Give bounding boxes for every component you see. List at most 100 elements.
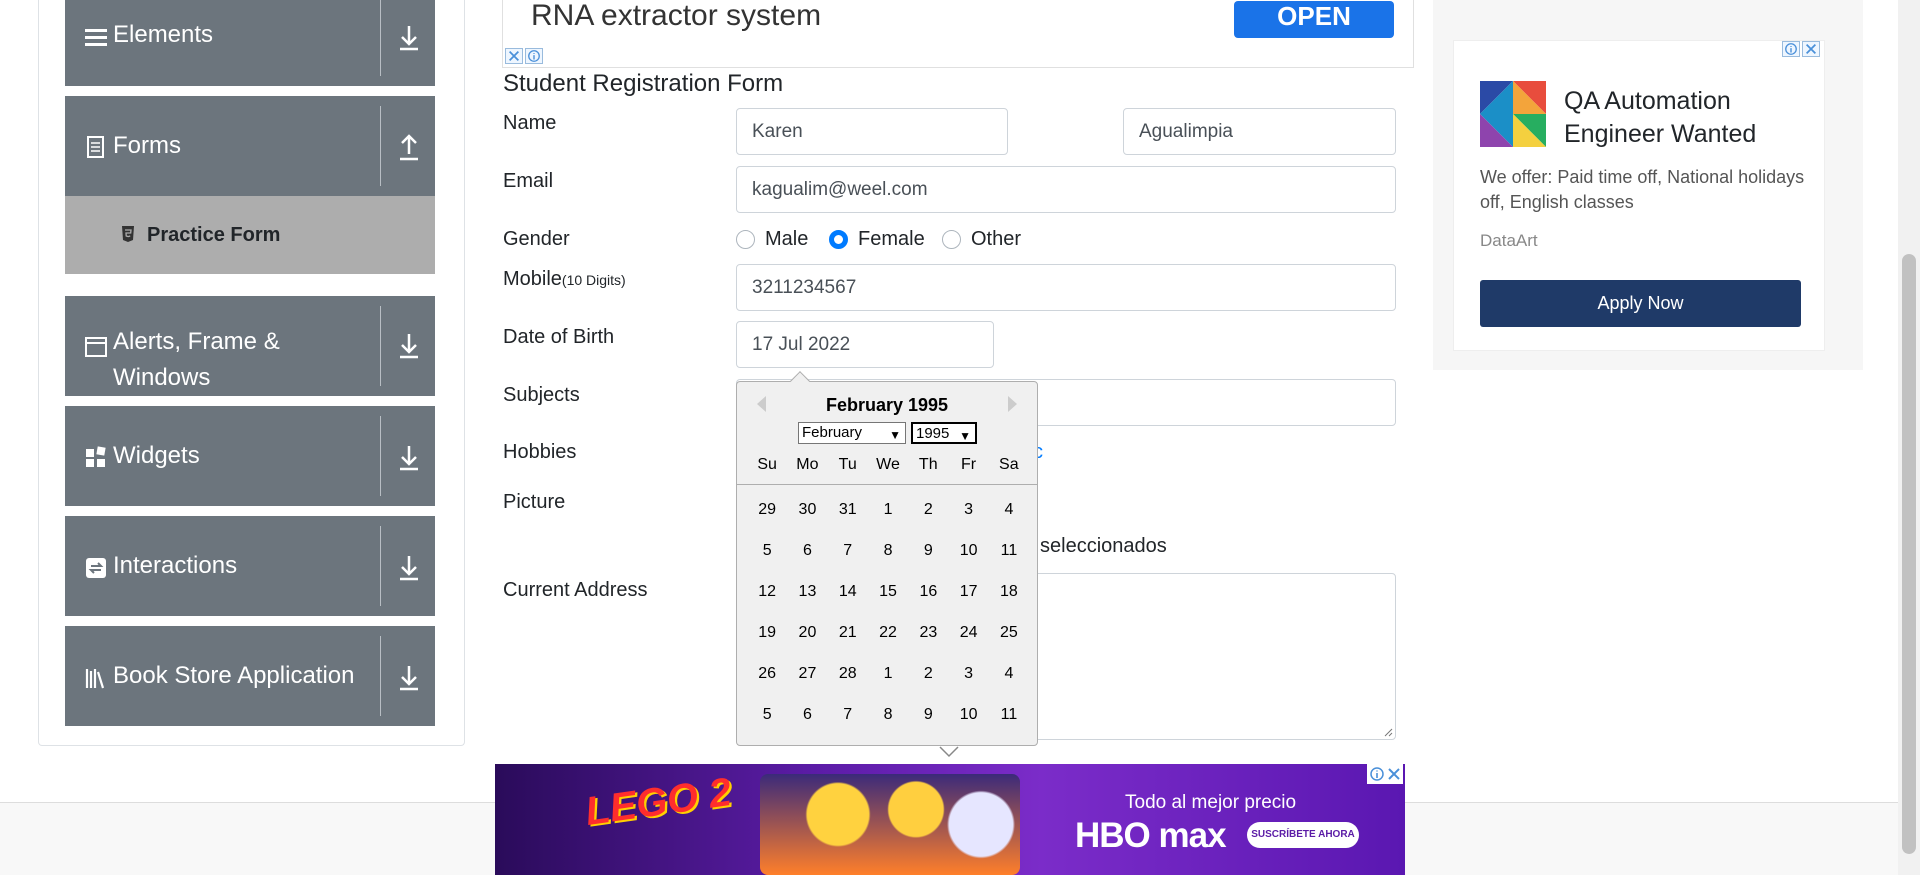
calendar-day[interactable]: 2	[908, 659, 948, 688]
ad-image	[760, 774, 1020, 875]
subscribe-button[interactable]: SUSCRÍBETE AHORA	[1247, 822, 1359, 848]
calendar-day[interactable]: 26	[747, 659, 787, 688]
apply-now-button[interactable]: Apply Now	[1480, 280, 1801, 327]
radio-circle[interactable]	[829, 230, 848, 249]
download-icon[interactable]	[391, 20, 427, 56]
next-month-icon[interactable]	[1008, 396, 1017, 412]
upload-icon[interactable]	[391, 130, 427, 166]
calendar-day[interactable]: 3	[948, 495, 988, 524]
calendar-day[interactable]: 19	[747, 618, 787, 647]
page-scrollbar[interactable]	[1898, 0, 1920, 875]
calendar-day[interactable]: 9	[908, 700, 948, 729]
download-icon[interactable]	[391, 660, 427, 696]
mobile-label-text: Mobile	[503, 268, 562, 290]
calendar-day[interactable]: 25	[989, 618, 1029, 647]
radio-circle[interactable]	[736, 230, 755, 249]
mobile-input[interactable]: 3211234567	[736, 264, 1396, 311]
calendar-day[interactable]: 28	[828, 659, 868, 688]
sidebar-group-label: Forms	[113, 132, 181, 159]
download-icon[interactable]	[391, 328, 427, 364]
calendar-day[interactable]: 7	[828, 700, 868, 729]
calendar-day[interactable]: 7	[828, 536, 868, 565]
calendar-day[interactable]: 6	[787, 700, 827, 729]
sidebar-group-interactions[interactable]: Interactions	[65, 516, 435, 616]
calendar-day[interactable]: 31	[828, 495, 868, 524]
calendar-day[interactable]: 12	[747, 577, 787, 606]
calendar-day[interactable]: 30	[787, 495, 827, 524]
calendar-day[interactable]: 5	[747, 700, 787, 729]
calendar-day[interactable]: 11	[989, 700, 1029, 729]
calendar-day[interactable]: 13	[787, 577, 827, 606]
ad-headline[interactable]: QA Automation Engineer Wanted	[1564, 85, 1814, 151]
email-input[interactable]: kagualim@weel.com	[736, 166, 1396, 213]
calendar-day[interactable]: 27	[787, 659, 827, 688]
ad-body-text: We offer: Paid time off, National holida…	[1480, 167, 1805, 212]
calendar-day[interactable]: 29	[747, 495, 787, 524]
month-select[interactable]: February ▼	[798, 422, 906, 444]
calendar-day[interactable]: 9	[908, 536, 948, 565]
calendar-day[interactable]: 2	[908, 495, 948, 524]
sidebar-group-widgets[interactable]: Widgets	[65, 406, 435, 506]
calendar-day[interactable]: 18	[989, 577, 1029, 606]
gender-radio-female[interactable]: Female	[829, 228, 925, 251]
ad-info-icon[interactable]	[1782, 41, 1800, 57]
day-name: Th	[918, 456, 938, 473]
ad-close-icon[interactable]	[1802, 41, 1820, 57]
datepicker-month-title: February 1995	[825, 395, 949, 415]
calendar-day[interactable]: 8	[868, 536, 908, 565]
sidebar-group-forms[interactable]: Forms	[65, 96, 435, 196]
calendar-day[interactable]: 3	[948, 659, 988, 688]
bottom-ad-banner[interactable]: LEGO 2 Todo al mejor precio HBO max SUSC…	[495, 764, 1405, 875]
calendar-day[interactable]: 8	[868, 700, 908, 729]
sidebar-group-bookstore[interactable]: Book Store Application	[65, 626, 435, 726]
ad-info-icon[interactable]	[525, 48, 543, 64]
calendar-day[interactable]: 4	[989, 659, 1029, 688]
calendar-day[interactable]: 17	[948, 577, 988, 606]
books-icon	[85, 669, 105, 689]
day-name: Su	[757, 456, 777, 473]
calendar-day[interactable]: 24	[948, 618, 988, 647]
download-icon[interactable]	[391, 440, 427, 476]
dob-input[interactable]: 17 Jul 2022	[736, 321, 994, 368]
calendar-day[interactable]: 15	[868, 577, 908, 606]
calendar-day[interactable]: 20	[787, 618, 827, 647]
calendar-day[interactable]: 10	[948, 536, 988, 565]
top-ad-banner[interactable]: RNA extractor system OPEN	[502, 0, 1414, 68]
year-select[interactable]: 1995 ▼	[911, 422, 977, 444]
calendar-day[interactable]: 21	[828, 618, 868, 647]
resize-handle-icon[interactable]	[1383, 727, 1393, 737]
first-name-input[interactable]: Karen	[736, 108, 1008, 155]
ad-close-icon[interactable]	[1386, 766, 1402, 782]
ad-card[interactable]: QA Automation Engineer Wanted We offer: …	[1453, 40, 1825, 351]
sidebar-group-elements[interactable]: Elements	[65, 0, 435, 86]
last-name-input[interactable]: Agualimpia	[1123, 108, 1396, 155]
calendar-day[interactable]: 10	[948, 700, 988, 729]
calendar-day[interactable]: 23	[908, 618, 948, 647]
calendar-day[interactable]: 11	[989, 536, 1029, 565]
document-icon	[87, 136, 104, 158]
dataart-logo-icon	[1480, 81, 1546, 147]
calendar-day[interactable]: 5	[747, 536, 787, 565]
mobile-hint: (10 Digits)	[561, 272, 626, 288]
ad-close-icon[interactable]	[505, 48, 523, 64]
gender-radio-male[interactable]: Male	[736, 228, 808, 251]
calendar-day[interactable]: 4	[989, 495, 1029, 524]
calendar-day[interactable]: 1	[868, 659, 908, 688]
sidebar-group-alerts[interactable]: Alerts, Frame & Windows	[65, 296, 435, 396]
datepicker-popup[interactable]: February 1995 February ▼ 1995 ▼ Su Mo Tu W…	[736, 371, 1038, 746]
calendar-day[interactable]: 1	[868, 495, 908, 524]
radio-circle[interactable]	[942, 230, 961, 249]
year-select-value: 1995	[916, 425, 950, 442]
sidebar-item-practice-form[interactable]: Practice Form	[65, 196, 435, 274]
right-ad[interactable]: QA Automation Engineer Wanted We offer: …	[1433, 0, 1863, 370]
ad-controls[interactable]	[1367, 764, 1403, 784]
ad-info-icon[interactable]	[1369, 766, 1385, 782]
calendar-day[interactable]: 22	[868, 618, 908, 647]
calendar-day[interactable]: 6	[787, 536, 827, 565]
gender-radio-other[interactable]: Other	[942, 228, 1021, 251]
ad-open-button[interactable]: OPEN	[1234, 1, 1394, 38]
calendar-day[interactable]: 14	[828, 577, 868, 606]
download-icon[interactable]	[391, 550, 427, 586]
scrollbar-thumb[interactable]	[1902, 254, 1916, 854]
calendar-day[interactable]: 16	[908, 577, 948, 606]
